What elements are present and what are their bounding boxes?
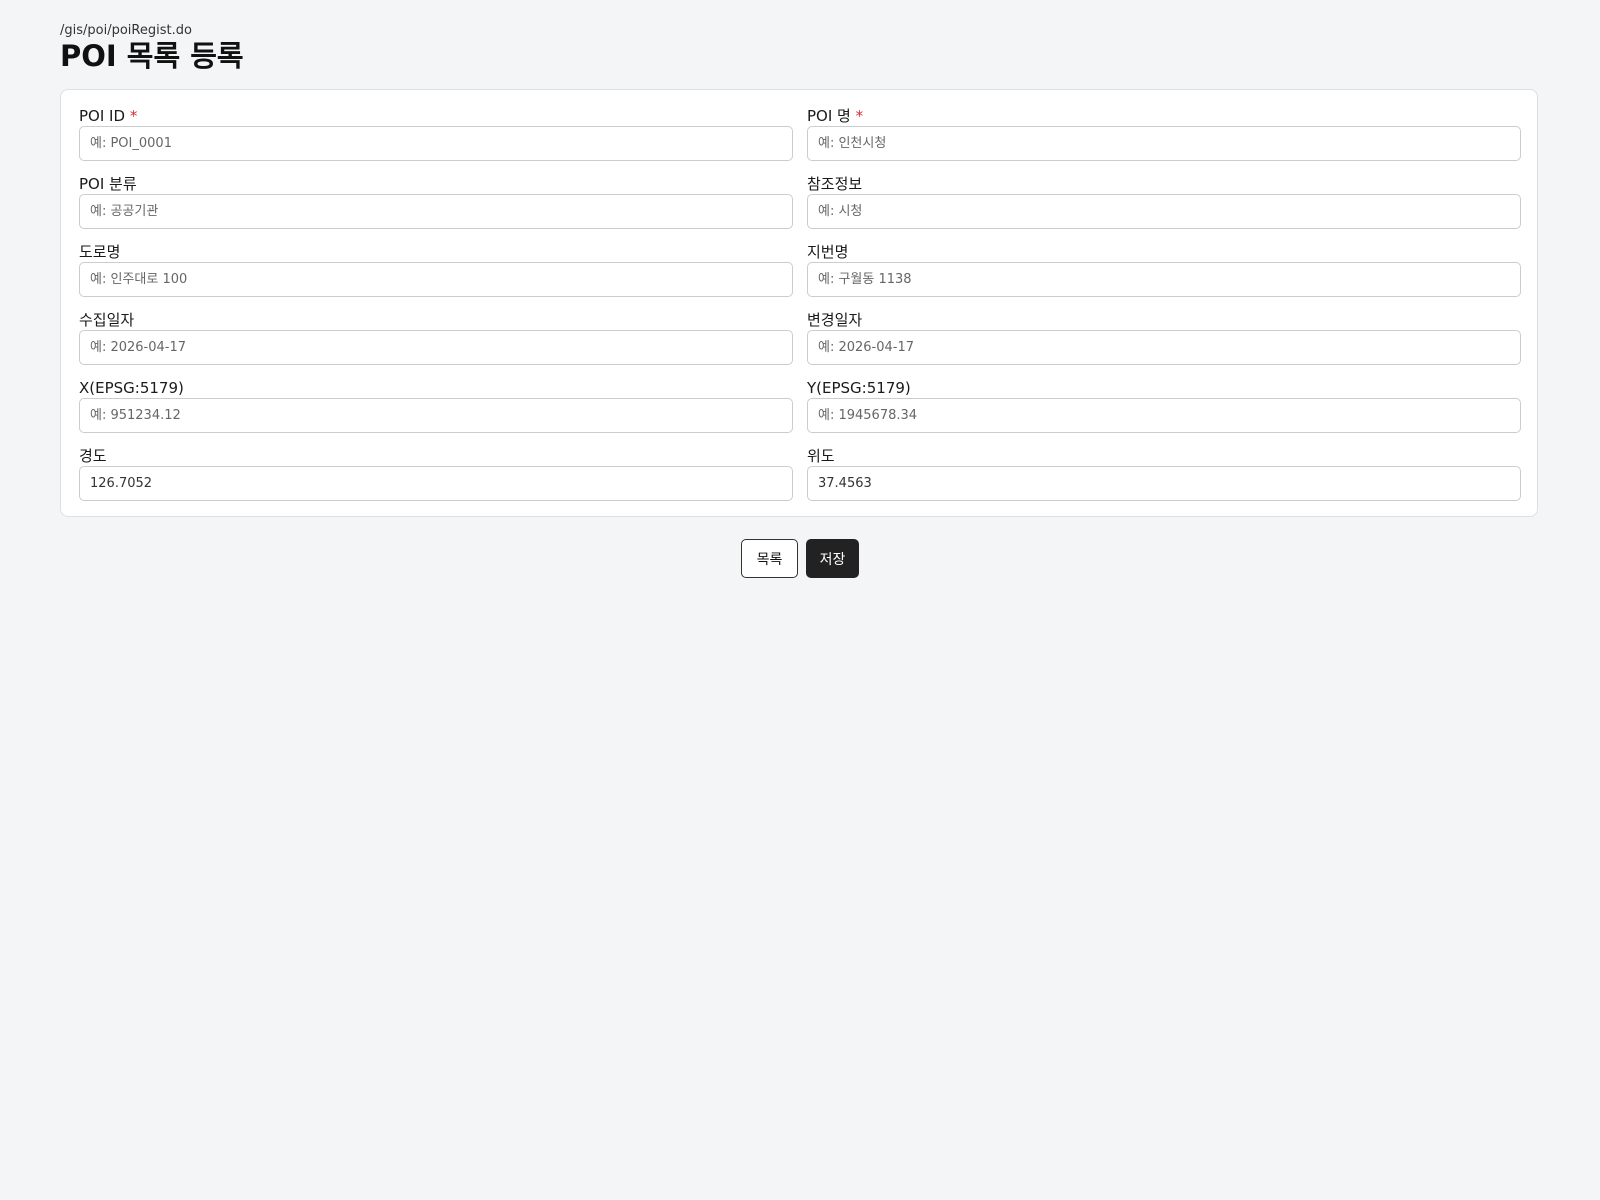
poi-form-card: POI ID * POI 명 * POI 분류 참조정보 도로명 지번명 — [60, 89, 1538, 517]
field-label: 지번명 — [807, 243, 849, 261]
field-label: POI 분류 — [79, 175, 137, 193]
field-poi-category: POI 분류 — [79, 174, 793, 242]
field-label: X(EPSG:5179) — [79, 379, 184, 397]
required-mark: * — [855, 107, 864, 125]
poi-category-input[interactable] — [79, 194, 793, 229]
field-longitude: 경도 — [79, 446, 793, 514]
road-address-input[interactable] — [79, 262, 793, 297]
list-button[interactable]: 목록 — [741, 539, 798, 578]
field-x-coordinate: X(EPSG:5179) — [79, 378, 793, 446]
poi-form-grid: POI ID * POI 명 * POI 분류 참조정보 도로명 지번명 — [79, 106, 1521, 514]
reference-info-input[interactable] — [807, 194, 1521, 229]
field-road-address: 도로명 — [79, 242, 793, 310]
field-latitude: 위도 — [807, 446, 1521, 514]
field-label: 수집일자 — [79, 311, 135, 329]
field-lot-address: 지번명 — [807, 242, 1521, 310]
field-label: 변경일자 — [807, 311, 863, 329]
page: /gis/poi/poiRegist.do POI 목록 등록 POI ID *… — [60, 22, 1540, 578]
lot-address-input[interactable] — [807, 262, 1521, 297]
latitude-input[interactable] — [807, 466, 1521, 501]
collection-date-input[interactable] — [79, 330, 793, 365]
save-button[interactable]: 저장 — [806, 539, 859, 578]
page-title: POI 목록 등록 — [60, 39, 244, 73]
field-label: 참조정보 — [807, 175, 863, 193]
field-label: POI 명 * — [807, 106, 1521, 126]
field-y-coordinate: Y(EPSG:5179) — [807, 378, 1521, 446]
required-mark: * — [129, 107, 138, 125]
field-label: 경도 — [79, 447, 107, 465]
field-label: Y(EPSG:5179) — [807, 379, 911, 397]
longitude-input[interactable] — [79, 466, 793, 501]
field-label-text: POI ID — [79, 107, 126, 125]
field-reference-info: 참조정보 — [807, 174, 1521, 242]
change-date-input[interactable] — [807, 330, 1521, 365]
field-label-text: POI 명 — [807, 107, 851, 125]
x-coordinate-input[interactable] — [79, 398, 793, 433]
poi-id-input[interactable] — [79, 126, 793, 161]
field-label: 위도 — [807, 447, 835, 465]
field-collection-date: 수집일자 — [79, 310, 793, 378]
field-poi-name: POI 명 * — [807, 106, 1521, 174]
field-label: 도로명 — [79, 243, 121, 261]
field-label: POI ID * — [79, 106, 793, 126]
field-change-date: 변경일자 — [807, 310, 1521, 378]
poi-name-input[interactable] — [807, 126, 1521, 161]
breadcrumb: /gis/poi/poiRegist.do — [60, 23, 192, 38]
form-actions: 목록 저장 — [60, 539, 1540, 578]
y-coordinate-input[interactable] — [807, 398, 1521, 433]
field-poi-id: POI ID * — [79, 106, 793, 174]
